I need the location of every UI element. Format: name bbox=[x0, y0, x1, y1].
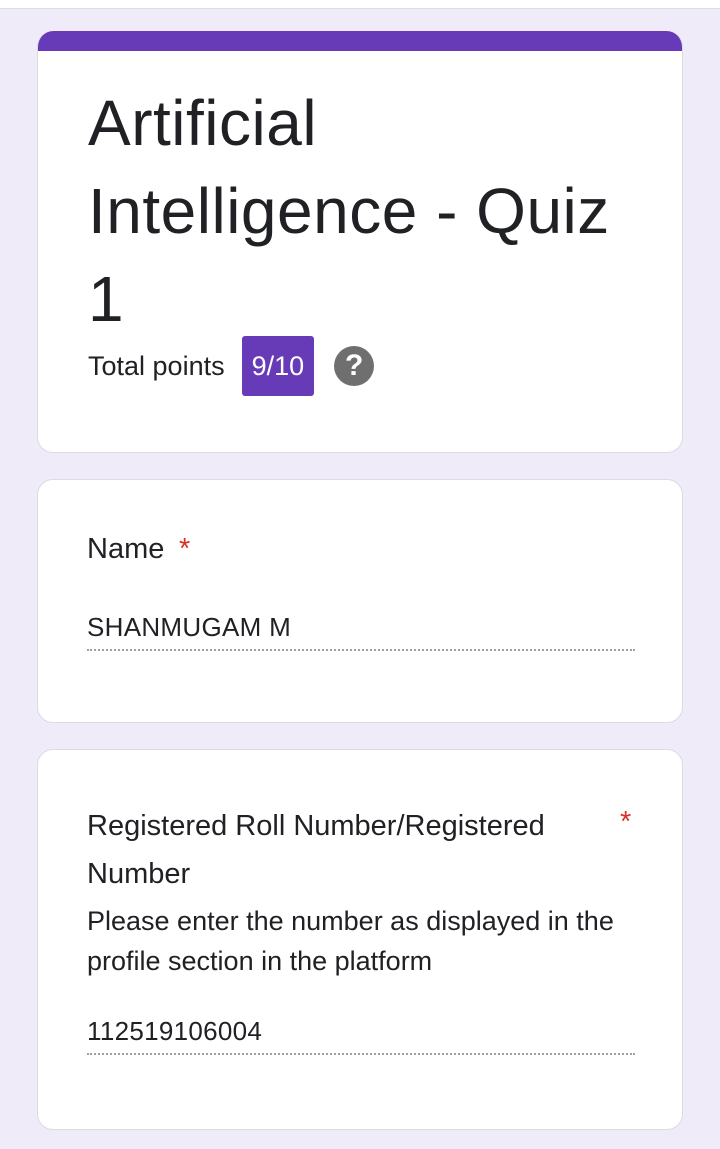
answer-roll-number: 112519106004 bbox=[87, 1016, 635, 1055]
required-asterisk: * bbox=[620, 806, 632, 838]
required-asterisk: * bbox=[179, 533, 191, 565]
top-strip bbox=[0, 0, 720, 9]
accent-bar bbox=[38, 31, 682, 51]
question-title-name: Name bbox=[87, 533, 165, 565]
total-points-label: Total points bbox=[88, 350, 225, 381]
help-icon[interactable]: ? bbox=[334, 346, 375, 386]
question-card-name: Name * SHANMUGAM M bbox=[37, 479, 683, 723]
form-header-card: Artificial Intelligence - Quiz 1 Total p… bbox=[37, 31, 683, 453]
form-title: Artificial Intelligence - Quiz 1 bbox=[88, 87, 610, 335]
score-badge: 9/10 bbox=[241, 336, 315, 396]
total-points-row: Total points 9/10 ? bbox=[88, 336, 375, 396]
question-description: Please enter the number as displayed in … bbox=[87, 906, 614, 976]
question-title-roll-number: Registered Roll Number/Registered Number bbox=[87, 810, 545, 890]
question-card-roll-number: Registered Roll Number/Registered Number… bbox=[37, 749, 683, 1130]
answer-name: SHANMUGAM M bbox=[87, 612, 635, 651]
